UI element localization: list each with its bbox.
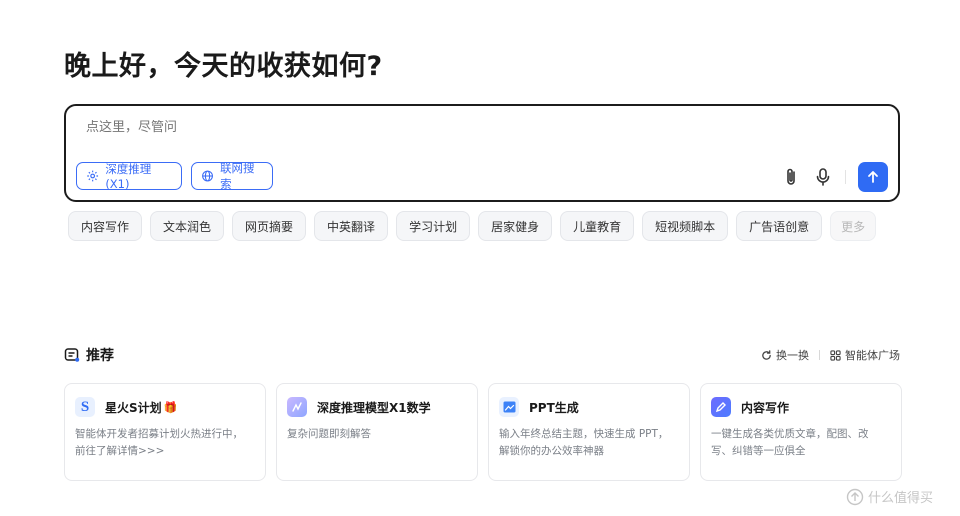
ppt-icon bbox=[499, 397, 519, 417]
watermark-text: 什么值得买 bbox=[868, 491, 934, 506]
chip-child-education[interactable]: 儿童教育 bbox=[560, 211, 635, 241]
refresh-label: 换一换 bbox=[776, 349, 809, 362]
web-search-label: 联网搜索 bbox=[220, 161, 255, 191]
card-description: 复杂问题即刻解答 bbox=[287, 428, 371, 440]
agent-plaza-label: 智能体广场 bbox=[845, 349, 900, 362]
chip-translation[interactable]: 中英翻译 bbox=[314, 211, 389, 241]
gift-icon: 🎁 bbox=[163, 401, 178, 414]
actions-divider bbox=[819, 350, 820, 360]
card-title: 内容写作 bbox=[741, 401, 790, 415]
gear-icon bbox=[87, 170, 99, 182]
microphone-icon bbox=[816, 168, 830, 186]
card-title: PPT生成 bbox=[529, 401, 579, 415]
chip-video-script[interactable]: 短视频脚本 bbox=[642, 211, 729, 241]
watermark-logo-icon bbox=[846, 488, 864, 505]
chip-ad-slogan[interactable]: 广告语创意 bbox=[736, 211, 823, 241]
voice-input-button[interactable] bbox=[812, 166, 834, 188]
attach-button[interactable] bbox=[780, 166, 802, 188]
recommend-title: 推荐 bbox=[64, 345, 114, 365]
chip-study-plan[interactable]: 学习计划 bbox=[396, 211, 471, 241]
send-button[interactable] bbox=[858, 162, 888, 192]
chat-input-box[interactable]: 深度推理(X1) 联网搜索 bbox=[64, 104, 900, 202]
writing-icon bbox=[711, 397, 731, 417]
recommend-card[interactable]: 内容写作 一键生成各类优质文章，配图、改写、纠错等一应俱全 bbox=[700, 383, 902, 481]
chip-content-writing[interactable]: 内容写作 bbox=[68, 211, 143, 241]
refresh-icon bbox=[762, 349, 771, 360]
input-toolbar-divider bbox=[845, 170, 846, 184]
arrow-up-icon bbox=[868, 171, 878, 183]
agent-plaza-link[interactable]: 智能体广场 bbox=[830, 347, 900, 363]
watermark: 什么值得买 bbox=[846, 487, 933, 506]
recommend-header: 推荐 换一换 智能体广场 bbox=[64, 345, 900, 365]
refresh-button[interactable]: 换一换 bbox=[761, 347, 809, 363]
card-title: 星火S计划 bbox=[105, 401, 162, 415]
chip-home-fitness[interactable]: 居家健身 bbox=[478, 211, 553, 241]
quick-prompt-chips: 内容写作 文本润色 网页摘要 中英翻译 学习计划 居家健身 儿童教育 短视频脚本… bbox=[68, 211, 877, 241]
recommend-card[interactable]: S 星火S计划 🎁 智能体开发者招募计划火热进行中，前往了解详情>>> bbox=[64, 383, 266, 481]
web-search-button[interactable]: 联网搜索 bbox=[191, 161, 273, 191]
card-title: 深度推理模型X1数学 bbox=[317, 401, 431, 415]
card-description: 一键生成各类优质文章，配图、改写、纠错等一应俱全 bbox=[711, 428, 869, 457]
chat-input[interactable] bbox=[86, 120, 846, 135]
recommend-icon bbox=[64, 348, 80, 362]
recommend-card[interactable]: PPT生成 输入年终总结主题，快速生成 PPT，解锁你的办公效率神器 bbox=[488, 383, 690, 481]
chip-text-polish[interactable]: 文本润色 bbox=[150, 211, 225, 241]
deep-reasoning-label: 深度推理(X1) bbox=[105, 162, 152, 191]
recommend-actions: 换一换 智能体广场 bbox=[761, 347, 900, 363]
grid-icon bbox=[830, 349, 841, 361]
recommend-title-label: 推荐 bbox=[86, 348, 114, 364]
s-logo-icon: S bbox=[75, 397, 95, 417]
card-description: 输入年终总结主题，快速生成 PPT，解锁你的办公效率神器 bbox=[499, 428, 669, 457]
globe-icon bbox=[202, 170, 213, 182]
paperclip-icon bbox=[787, 168, 795, 185]
recommend-cards: S 星火S计划 🎁 智能体开发者招募计划火热进行中，前往了解详情>>> 深度推理… bbox=[64, 383, 902, 481]
card-description: 智能体开发者招募计划火热进行中，前往了解详情>>> bbox=[75, 428, 243, 457]
recommend-card[interactable]: 深度推理模型X1数学 复杂问题即刻解答 bbox=[276, 383, 478, 481]
math-model-icon bbox=[287, 397, 307, 417]
chip-more[interactable]: 更多 bbox=[830, 211, 877, 241]
deep-reasoning-button[interactable]: 深度推理(X1) bbox=[76, 162, 182, 191]
card-title-wrap: 星火S计划 🎁 bbox=[105, 399, 177, 416]
greeting-heading: 晚上好，今天的收获如何? bbox=[64, 51, 383, 82]
chip-web-summary[interactable]: 网页摘要 bbox=[232, 211, 307, 241]
